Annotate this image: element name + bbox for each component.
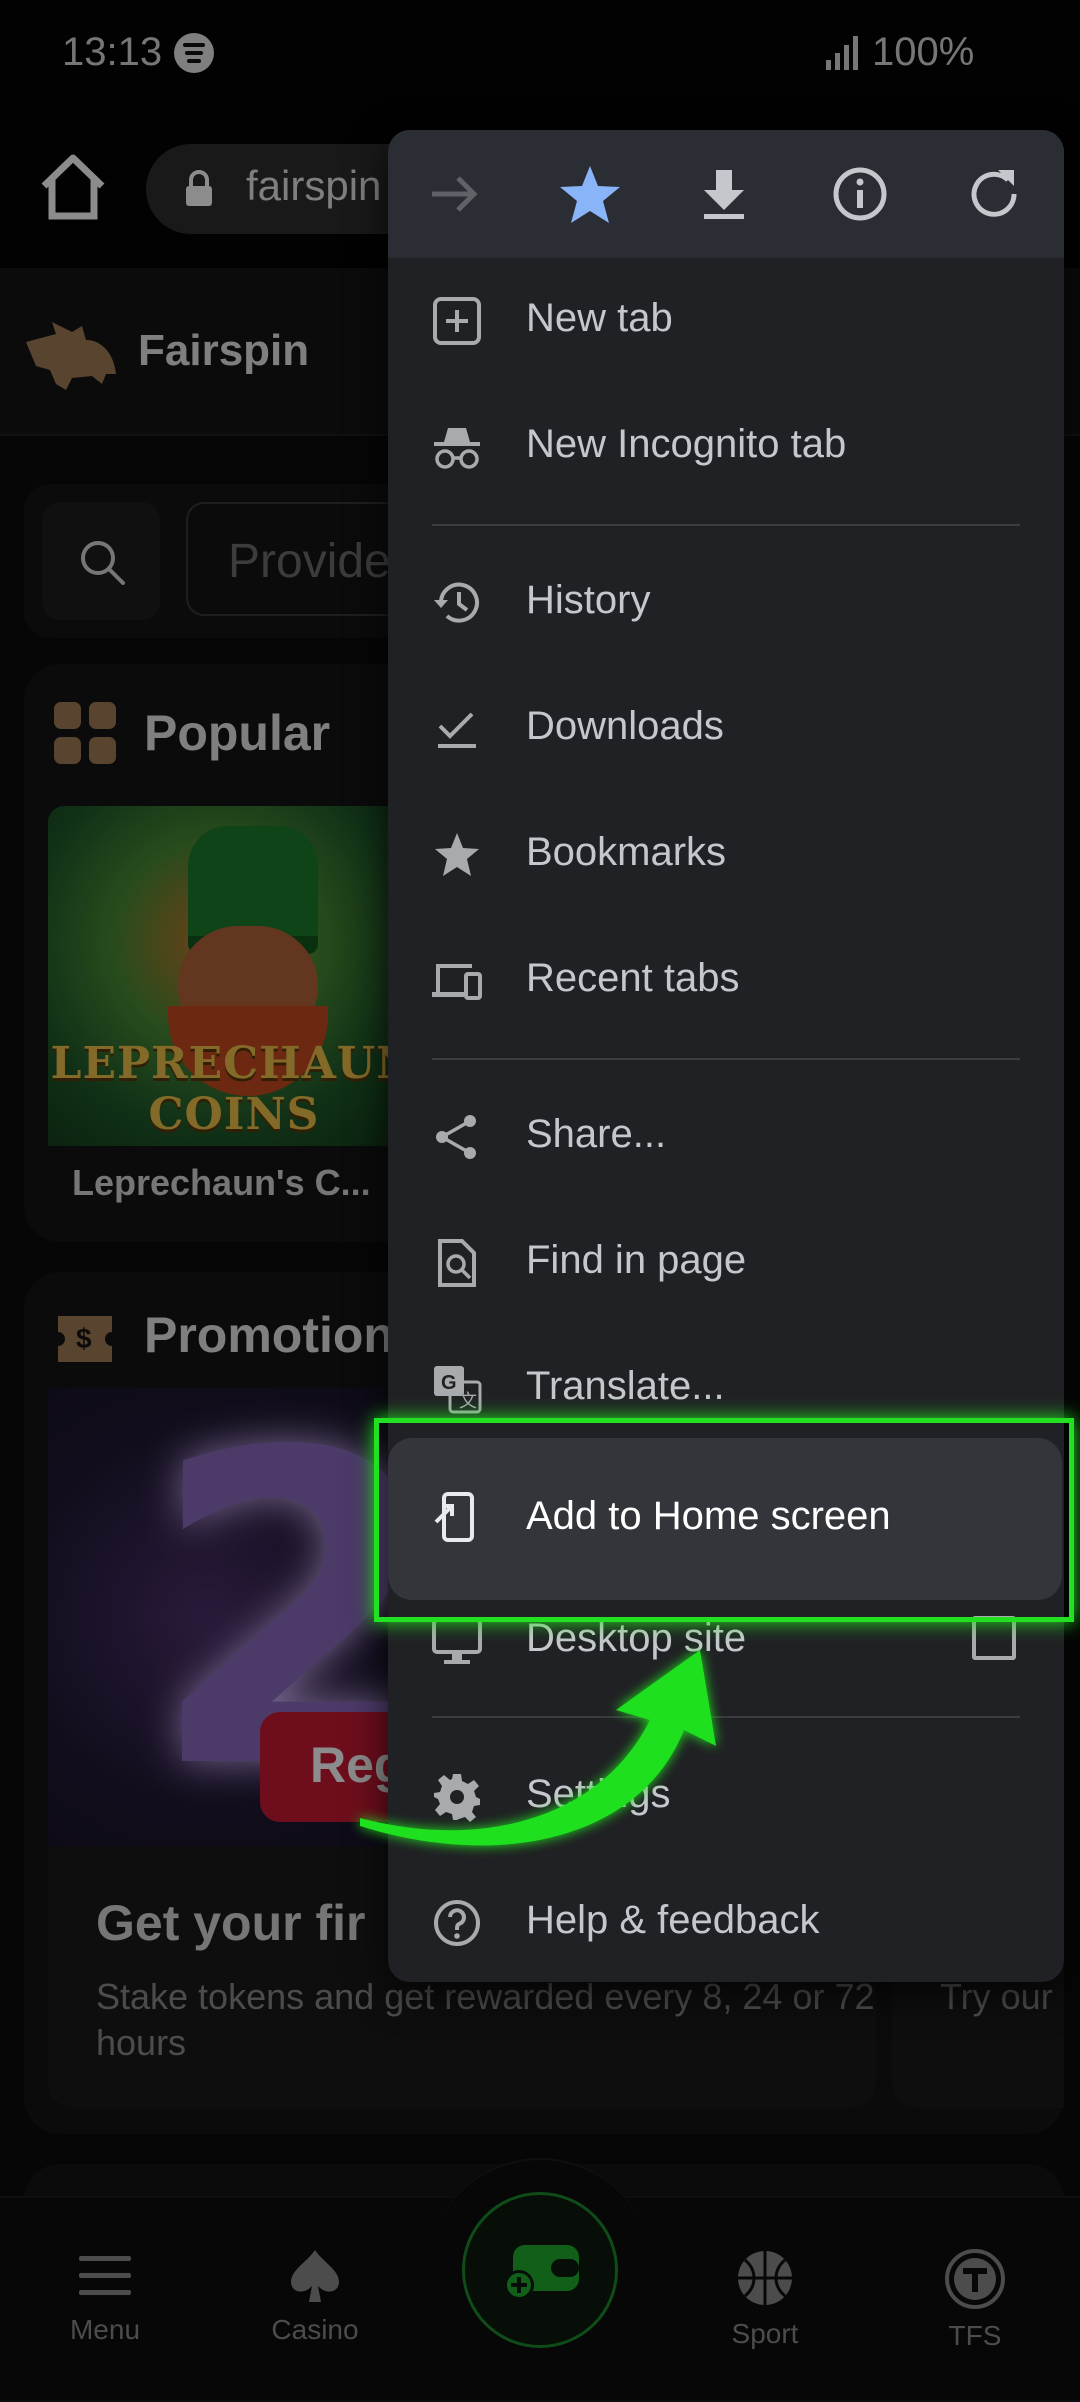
menu-item-label: New tab	[526, 296, 673, 340]
star-icon[interactable]	[554, 158, 626, 230]
svg-text:G: G	[441, 1372, 457, 1394]
menu-item-settings[interactable]: Settings	[388, 1734, 1064, 1860]
desktop-site-checkbox[interactable]	[972, 1616, 1016, 1660]
menu-item-label: Share...	[526, 1112, 667, 1156]
bookmarks-star-icon	[435, 833, 479, 876]
browser-overflow-menu: New tab New Incognito tab History Downlo…	[388, 130, 1064, 1982]
menu-item-help-feedback[interactable]: Help & feedback	[388, 1860, 1064, 1982]
new-tab-icon	[433, 297, 481, 345]
menu-item-new-tab[interactable]: New tab	[388, 258, 1064, 384]
menu-divider	[432, 1058, 1020, 1060]
share-icon	[436, 1115, 476, 1159]
menu-item-bookmarks[interactable]: Bookmarks	[388, 792, 1064, 918]
menu-item-find-in-page[interactable]: Find in page	[388, 1200, 1064, 1326]
devices-icon	[432, 964, 482, 1000]
menu-item-share[interactable]: Share...	[388, 1074, 1064, 1200]
menu-divider	[432, 1716, 1020, 1718]
help-icon	[434, 1900, 480, 1946]
settings-gear-icon	[434, 1774, 480, 1822]
info-icon[interactable]	[824, 158, 896, 230]
highlight-frame	[374, 1418, 1074, 1622]
history-icon	[434, 582, 479, 623]
menu-item-label: New Incognito tab	[526, 422, 847, 466]
menu-item-label: Bookmarks	[526, 830, 727, 874]
menu-divider	[432, 524, 1020, 526]
find-in-page-icon	[438, 1239, 476, 1287]
incognito-icon	[434, 428, 480, 469]
menu-item-new-incognito-tab[interactable]: New Incognito tab	[388, 384, 1064, 510]
translate-icon: G 文	[434, 1366, 482, 1414]
refresh-icon[interactable]	[958, 158, 1030, 230]
downloads-icon	[438, 712, 476, 748]
desktop-icon	[432, 1618, 482, 1664]
menu-item-recent-tabs[interactable]: Recent tabs	[388, 918, 1064, 1044]
menu-item-label: Help & feedback	[526, 1898, 820, 1942]
menu-item-label: Translate...	[526, 1364, 725, 1408]
menu-item-label: Downloads	[526, 704, 724, 748]
menu-item-history[interactable]: History	[388, 540, 1064, 666]
menu-item-label: History	[526, 578, 651, 622]
menu-action-bar	[388, 130, 1064, 258]
menu-item-label: Desktop site	[526, 1616, 747, 1660]
menu-item-label: Find in page	[526, 1238, 747, 1282]
menu-item-label: Recent tabs	[526, 956, 740, 1000]
svg-text:文: 文	[459, 1391, 477, 1411]
download-icon[interactable]	[688, 158, 760, 230]
menu-item-label: Settings	[526, 1772, 671, 1816]
menu-item-downloads[interactable]: Downloads	[388, 666, 1064, 792]
forward-icon[interactable]	[418, 158, 490, 230]
